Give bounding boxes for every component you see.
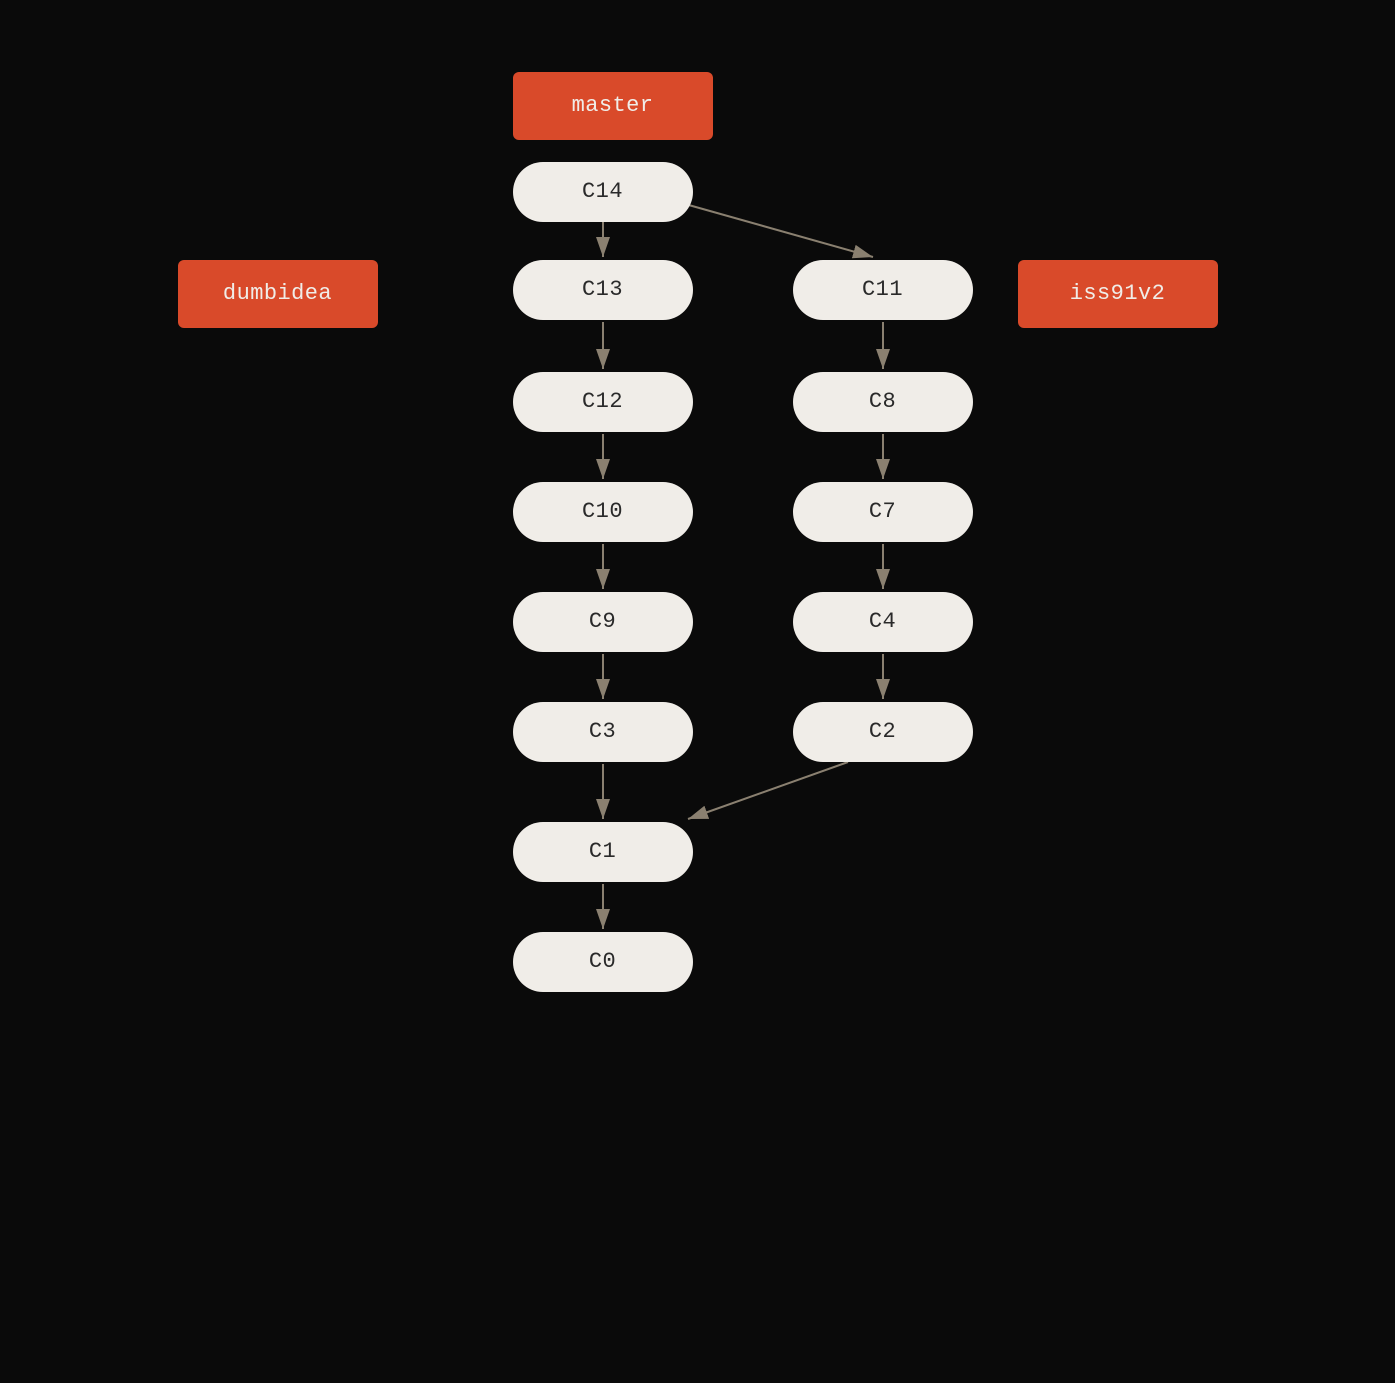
commit-C9-label: C9 (589, 609, 616, 634)
commit-C9: C9 (513, 592, 693, 652)
commit-C1: C1 (513, 822, 693, 882)
commit-C7-label: C7 (869, 499, 896, 524)
commit-C0: C0 (513, 932, 693, 992)
commit-C10-label: C10 (582, 499, 623, 524)
branch-master-label: master (572, 93, 654, 118)
commit-C2: C2 (793, 702, 973, 762)
commit-C10: C10 (513, 482, 693, 542)
commit-C4: C4 (793, 592, 973, 652)
branch-dumbidea: dumbidea (178, 260, 378, 328)
commit-C4-label: C4 (869, 609, 896, 634)
commit-C12: C12 (513, 372, 693, 432)
commit-C14-label: C14 (582, 179, 623, 204)
commit-C0-label: C0 (589, 949, 616, 974)
commit-C3-label: C3 (589, 719, 616, 744)
branch-dumbidea-label: dumbidea (223, 281, 332, 306)
arrows-svg (148, 42, 1248, 1342)
commit-C11: C11 (793, 260, 973, 320)
commit-C8: C8 (793, 372, 973, 432)
git-diagram: master dumbidea iss91v2 C14 C13 C11 C12 … (148, 42, 1248, 1342)
commit-C13-label: C13 (582, 277, 623, 302)
commit-C3: C3 (513, 702, 693, 762)
commit-C2-label: C2 (869, 719, 896, 744)
branch-iss91v2-label: iss91v2 (1070, 281, 1166, 306)
commit-C8-label: C8 (869, 389, 896, 414)
commit-C11-label: C11 (862, 277, 903, 302)
commit-C14: C14 (513, 162, 693, 222)
commit-C13: C13 (513, 260, 693, 320)
branch-iss91v2: iss91v2 (1018, 260, 1218, 328)
branch-master: master (513, 72, 713, 140)
commit-C1-label: C1 (589, 839, 616, 864)
commit-C7: C7 (793, 482, 973, 542)
commit-C12-label: C12 (582, 389, 623, 414)
